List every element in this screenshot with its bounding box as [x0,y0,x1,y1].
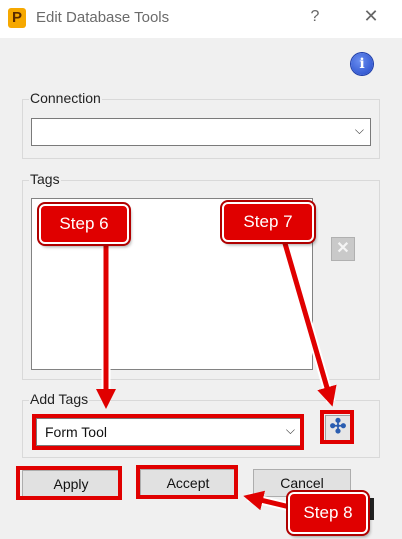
step6-callout: Step 6 [39,204,129,244]
step8-callout: Step 8 [288,492,368,534]
annotation-arrows [96,238,337,512]
step7-callout: Step 7 [222,202,314,242]
step7-arrow-core [281,239,337,407]
